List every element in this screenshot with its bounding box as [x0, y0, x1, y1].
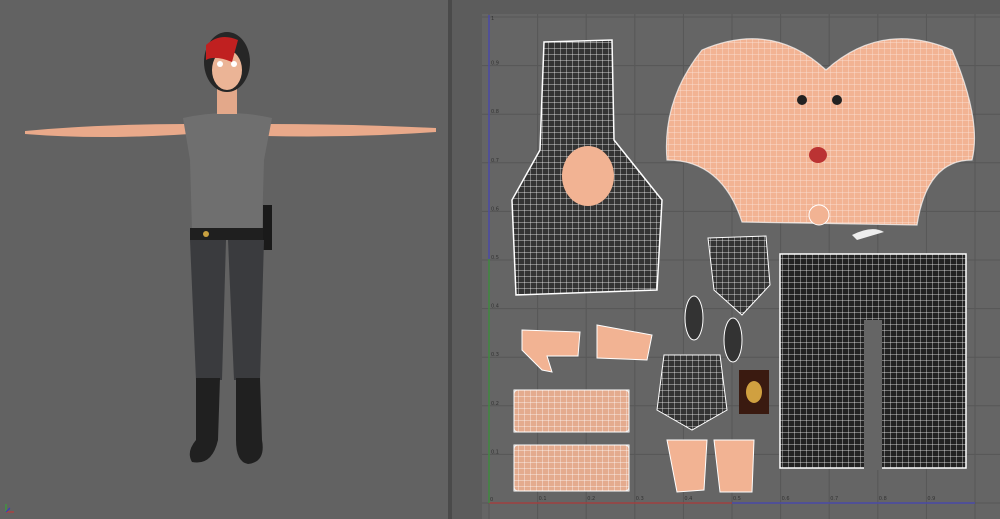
u-tick-label: 0.6	[782, 496, 790, 502]
uv-islands	[511, 38, 976, 493]
uv-toolbar-strip	[452, 0, 1000, 14]
u-tick-label: 0.4	[684, 496, 692, 502]
v-tick-label: 0.7	[491, 158, 499, 164]
3d-viewport[interactable]	[0, 0, 448, 519]
origin-label: 0	[490, 497, 493, 503]
uv-canvas[interactable]: 0.1 0.2 0.3 0.4 0.5 0.6 0.7 0.8 0.9 0.1 0.2 0.3 0.4 0…	[452, 0, 1000, 519]
u-tick-label: 0.9	[927, 496, 935, 502]
u-tick-label: 0.3	[636, 496, 644, 502]
v-tick-label: 0.5	[491, 255, 499, 261]
character-model	[5, 32, 436, 513]
v-tick-label: 0.6	[491, 206, 499, 212]
v-tick-label: 0.9	[491, 61, 499, 67]
u-tick-label: 0.1	[539, 496, 547, 502]
uv-editor-panel[interactable]: 0.1 0.2 0.3 0.4 0.5 0.6 0.7 0.8 0.9 0.1 0.2 0.3 0.4 0…	[452, 0, 1000, 519]
uv-island-arms	[513, 389, 630, 492]
max-label: 1	[491, 16, 494, 22]
uv-island-head-back	[511, 39, 663, 296]
axis-gizmo-icon	[5, 504, 14, 513]
uv-island-badge	[739, 370, 769, 414]
character-figure	[25, 32, 436, 464]
u-tick-label: 0.2	[587, 496, 595, 502]
u-tick-label: 0.8	[879, 496, 887, 502]
u-tick-label: 0.7	[830, 496, 838, 502]
v-tick-label: 0.3	[491, 352, 499, 358]
u-tick-label: 0.5	[733, 496, 741, 502]
uv-side-strip	[452, 0, 482, 519]
v-tick-label: 0.2	[491, 401, 499, 407]
v-tick-label: 0.1	[491, 449, 499, 455]
v-tick-label: 0.4	[491, 304, 499, 310]
uv-island-pants	[779, 253, 967, 470]
uv-island-face	[665, 38, 976, 240]
v-tick-label: 0.8	[491, 109, 499, 115]
